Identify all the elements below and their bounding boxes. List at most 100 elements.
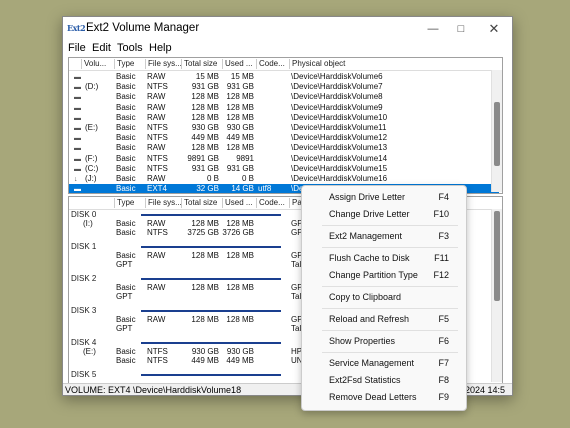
partition-type: GPT [116, 292, 133, 301]
volume-physical-object: \Device\HarddiskVolume8 [291, 92, 383, 102]
volume-row[interactable]: ▬ Basic NTFS 449 MB 449 MB \Device\HarddiskVo… [69, 133, 499, 143]
volume-filesystem: NTFS [147, 82, 168, 92]
col-codepage[interactable]: Code... [256, 59, 289, 69]
volume-drive: (D:) [85, 82, 99, 92]
menu-tools[interactable]: Tools [117, 42, 143, 54]
volume-used: 128 MB [226, 143, 254, 153]
menu-item-label: Show Properties [329, 336, 396, 346]
col-type[interactable]: Type [114, 59, 145, 69]
volume-row[interactable]: ▬ (D:) Basic NTFS 931 GB 931 GB \Device\Harddi… [69, 82, 499, 92]
volume-physical-object: \Device\HarddiskVolume11 [291, 123, 387, 132]
menu-item-remove-dead-letters[interactable]: Remove Dead Letters F9 [302, 389, 466, 405]
disk-col-codepage[interactable]: Code... [256, 198, 289, 208]
menu-item-label: Flush Cache to Disk [329, 253, 410, 263]
menu-item-label: Ext2Fsd Statistics [329, 375, 401, 385]
partition-used: 128 MB [226, 251, 254, 260]
volume-row[interactable]: ▬ Basic RAW 128 MB 128 MB \Device\HarddiskVol… [69, 143, 499, 153]
volume-row[interactable]: ▬ Basic RAW 128 MB 128 MB \Device\HarddiskVol… [69, 113, 499, 123]
volume-filesystem: RAW [147, 112, 166, 122]
menu-separator [322, 286, 458, 287]
disk-icon: ▬ [74, 186, 81, 194]
volume-filesystem: RAW [147, 174, 166, 183]
window-title: Ext2 Volume Manager [86, 22, 200, 34]
volume-list[interactable]: Volu... Type File sys... Total size Used… [68, 57, 503, 194]
volume-row[interactable]: ▬ Basic RAW 128 MB 128 MB \Device\HarddiskVol… [69, 103, 499, 113]
menu-item-service-management[interactable]: Service Management F7 [302, 355, 466, 371]
menu-edit[interactable]: Edit [92, 42, 111, 54]
menu-separator [322, 330, 458, 331]
menu-item-change-drive-letter[interactable]: Change Drive Letter F10 [302, 206, 466, 222]
volume-type: Basic [116, 112, 136, 122]
volume-total-size: 931 GB [191, 82, 219, 92]
volume-scroll-thumb[interactable] [494, 102, 500, 166]
partition-type: Basic [116, 347, 136, 356]
volume-total-size: 128 MB [191, 92, 219, 102]
volume-row[interactable]: ▬ (E:) Basic NTFS 930 GB 930 GB \Device\Harddi… [69, 123, 499, 133]
menu-item-ext2fsd-statistics[interactable]: Ext2Fsd Statistics F8 [302, 372, 466, 388]
close-icon[interactable]: ✕ [480, 20, 508, 38]
menu-item-shortcut: F5 [438, 314, 449, 324]
volume-used: 449 MB [226, 133, 254, 143]
menu-item-copy-to-clipboard[interactable]: Copy to Clipboard [302, 289, 466, 305]
menu-item-assign-drive-letter[interactable]: Assign Drive Letter F4 [302, 189, 466, 205]
menu-item-shortcut: F11 [434, 253, 449, 263]
volume-total-size: 128 MB [191, 112, 219, 122]
partition-used: 930 GB [226, 347, 254, 356]
minimize-icon[interactable]: — [419, 20, 447, 38]
partition-total-size: 128 MB [191, 315, 219, 324]
menu-item-change-partition-type[interactable]: Change Partition Type F12 [302, 267, 466, 283]
volume-codepage: utf8 [258, 184, 272, 194]
col-volume[interactable]: Volu... [81, 59, 114, 69]
status-text: VOLUME: EXT4 \Device\HarddiskVolume18 [65, 385, 242, 395]
disk-col-type[interactable]: Type [114, 198, 145, 208]
volume-used: 9891 [236, 153, 254, 163]
title-bar[interactable]: Ext2 Ext2 Volume Manager — □ ✕ [63, 17, 512, 41]
disk-col-used[interactable]: Used ... [222, 198, 257, 208]
menu-file[interactable]: File [68, 42, 86, 54]
volume-total-size: 931 GB [191, 163, 219, 173]
col-filesystem[interactable]: File sys... [145, 59, 182, 69]
app-icon: Ext2 [67, 23, 86, 33]
volume-filesystem: NTFS [147, 133, 168, 143]
volume-row[interactable]: ▬ Basic RAW 128 MB 128 MB \Device\HarddiskVol… [69, 92, 499, 102]
volume-physical-object: \Device\HarddiskVolume15 [291, 163, 388, 173]
volume-total-size: 15 MB [195, 72, 219, 81]
volume-type: Basic [116, 174, 136, 183]
volume-type: Basic [116, 92, 136, 102]
volume-drive: (F:) [85, 153, 98, 163]
partition-type: Basic [116, 251, 136, 260]
volume-type: Basic [116, 123, 136, 132]
partition-type: Basic [116, 315, 136, 324]
col-physical-object[interactable]: Physical object [289, 59, 492, 69]
volume-row[interactable]: ▬ Basic RAW 15 MB 15 MB \Device\HarddiskVolum… [69, 72, 499, 82]
disk-col-filesystem[interactable]: File sys... [145, 198, 182, 208]
menu-item-ext2-management[interactable]: Ext2 Management F3 [302, 228, 466, 244]
volume-type: Basic [116, 143, 136, 153]
col-total-size[interactable]: Total size [181, 59, 222, 69]
volume-row[interactable]: ▬ (C:) Basic NTFS 931 GB 931 GB \Device\Harddi… [69, 164, 499, 174]
partition-filesystem: RAW [147, 315, 166, 324]
disk-scrollbar[interactable] [491, 209, 502, 382]
col-used[interactable]: Used ... [222, 59, 257, 69]
volume-used: 931 GB [226, 82, 254, 92]
menu-item-flush-cache-to-disk[interactable]: Flush Cache to Disk F11 [302, 250, 466, 266]
partition-filesystem: RAW [147, 283, 166, 292]
volume-drive: (C:) [85, 163, 99, 173]
menu-item-shortcut: F10 [433, 209, 449, 219]
volume-physical-object: \Device\HarddiskVolume7 [291, 82, 383, 92]
menu-item-shortcut: F9 [438, 392, 449, 402]
partition-drive: (E:) [83, 347, 96, 356]
menu-item-show-properties[interactable]: Show Properties F6 [302, 333, 466, 349]
volume-filesystem: NTFS [147, 123, 168, 132]
menu-item-reload-and-refresh[interactable]: Reload and Refresh F5 [302, 311, 466, 327]
maximize-icon[interactable]: □ [447, 20, 475, 38]
disk-scroll-thumb[interactable] [494, 211, 500, 301]
volume-row[interactable]: ▬ (F:) Basic NTFS 9891 GB 9891 \Device\Harddis… [69, 154, 499, 164]
menu-help[interactable]: Help [149, 42, 172, 54]
volume-row[interactable]: ↓ (J:) Basic RAW 0 B0 B \Device\HarddiskVolum… [69, 174, 499, 184]
volume-total-size: 449 MB [191, 133, 219, 143]
volume-scrollbar[interactable] [491, 70, 502, 192]
volume-filesystem: RAW [147, 92, 166, 102]
status-time: 2024 14:5 [465, 385, 506, 395]
disk-col-total-size[interactable]: Total size [181, 198, 222, 208]
